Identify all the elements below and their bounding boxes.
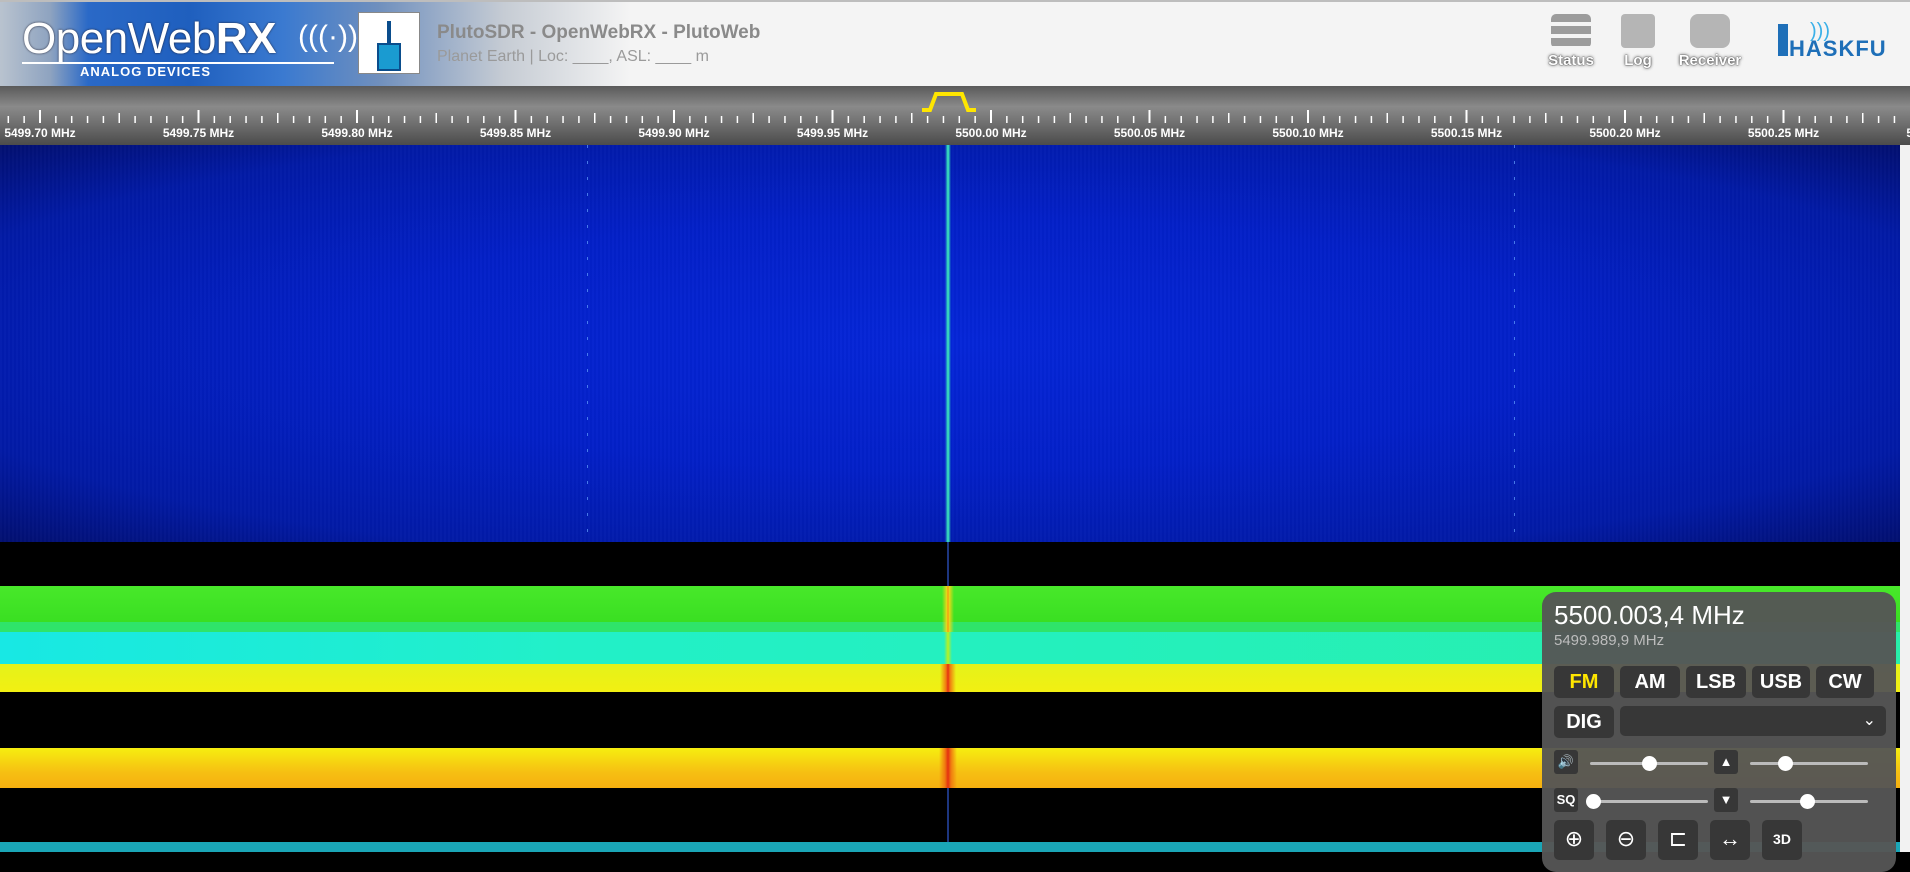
receiver-title: PlutoSDR - OpenWebRX - PlutoWeb — [437, 22, 761, 43]
waterfall-carrier — [945, 145, 951, 542]
scale-label: 5500.05 MHz — [1114, 126, 1185, 140]
zoom-in-icon[interactable]: ⊕ — [1554, 820, 1594, 860]
3d-view-icon[interactable]: 3D — [1762, 820, 1802, 860]
mode-lsb-button[interactable]: LSB — [1686, 666, 1746, 698]
log-icon — [1621, 14, 1655, 48]
scale-label: 5499.95 MHz — [797, 126, 868, 140]
signal-peak — [938, 748, 958, 788]
log-button[interactable]: Log — [1607, 14, 1669, 80]
volume-icon[interactable]: 🔊 — [1554, 750, 1578, 774]
waterfall-display[interactable] — [0, 145, 1900, 542]
waterfall-min-slider-knob[interactable] — [1800, 794, 1815, 809]
radio-icon — [1690, 14, 1730, 48]
signal-peak — [938, 664, 958, 692]
scale-label: 5500.15 MHz — [1431, 126, 1502, 140]
mode-cw-button[interactable]: CW — [1816, 666, 1874, 698]
status-button[interactable]: Status — [1540, 14, 1602, 80]
waterfall-max-icon[interactable]: ▲ — [1714, 750, 1738, 774]
receiver-label: Receiver — [1678, 52, 1742, 69]
scale-label: 5500.20 MHz — [1589, 126, 1660, 140]
waterfall-spur — [587, 145, 588, 542]
scale-label: 5499.75 MHz — [163, 126, 234, 140]
signal-line — [938, 542, 958, 586]
scale-label: 5499.70 MHz — [4, 126, 75, 140]
status-icon — [1551, 14, 1591, 48]
receiver-button[interactable]: Receiver — [1678, 14, 1742, 80]
logo-underline — [22, 62, 334, 64]
scale-label: 5499.90 MHz — [638, 126, 709, 140]
frequency-display[interactable]: 5500.003,4 MHz — [1554, 600, 1745, 631]
mode-fm-button[interactable]: FM — [1554, 666, 1614, 698]
mode-dig-button[interactable]: DIG — [1554, 706, 1614, 738]
signal-line — [938, 788, 958, 842]
board-label: ANALOG DEVICES — [80, 64, 212, 79]
radio-body-icon — [377, 43, 401, 71]
digital-mode-select[interactable]: ⌄ — [1620, 706, 1886, 736]
status-label: Status — [1548, 52, 1594, 69]
squelch-slider[interactable] — [1590, 800, 1708, 803]
log-label: Log — [1624, 52, 1652, 69]
mode-usb-button[interactable]: USB — [1752, 666, 1810, 698]
offset-frequency-display: 5499.989,9 MHz — [1554, 632, 1665, 649]
squelch-icon[interactable]: SQ — [1554, 788, 1578, 812]
signal-peak — [938, 632, 958, 664]
top-bar: ANALOG DEVICES OpenWebRX (((·))) PlutoSD… — [0, 0, 1910, 88]
scale-label: 5500.00 MHz — [955, 126, 1026, 140]
logo-prefix: OpenWeb — [22, 14, 216, 63]
receiver-control-panel: 5500.003,4 MHz 5499.989,9 MHz FM AM LSB … — [1542, 592, 1896, 872]
squelch-slider-knob[interactable] — [1586, 794, 1601, 809]
scale-label: 5500.10 MHz — [1272, 126, 1343, 140]
chevron-down-icon: ⌄ — [1862, 712, 1876, 729]
openwebrx-logo[interactable]: OpenWebRX — [22, 14, 276, 64]
passband-marker-icon[interactable] — [920, 88, 978, 114]
scale-label: 5499.85 MHz — [480, 126, 551, 140]
receiver-description: Planet Earth | Loc: ____, ASL: ____ m — [437, 48, 709, 65]
waterfall-spur — [1514, 145, 1515, 542]
zoom-to-band-icon[interactable]: ⊏ — [1658, 820, 1698, 860]
mode-am-button[interactable]: AM — [1620, 666, 1680, 698]
brand-logo[interactable]: HASKFU — [1789, 36, 1887, 62]
zoom-fit-icon[interactable]: ↔ — [1710, 820, 1750, 860]
signal-peak — [938, 586, 958, 632]
waterfall-max-slider[interactable] — [1750, 762, 1868, 765]
scrollbar[interactable] — [1900, 145, 1910, 852]
volume-slider-knob[interactable] — [1642, 756, 1657, 771]
receiver-avatar[interactable] — [358, 12, 420, 74]
waterfall-max-slider-knob[interactable] — [1778, 756, 1793, 771]
antenna-icon — [387, 21, 391, 43]
waterfall-min-icon[interactable]: ▼ — [1714, 788, 1738, 812]
scale-label: 5500.30 MHz — [1906, 126, 1910, 140]
logo-suffix: RX — [215, 14, 277, 63]
scale-label: 5500.25 MHz — [1748, 126, 1819, 140]
brand-tower-icon — [1778, 24, 1788, 56]
scale-label: 5499.80 MHz — [321, 126, 392, 140]
zoom-out-icon[interactable]: ⊖ — [1606, 820, 1646, 860]
